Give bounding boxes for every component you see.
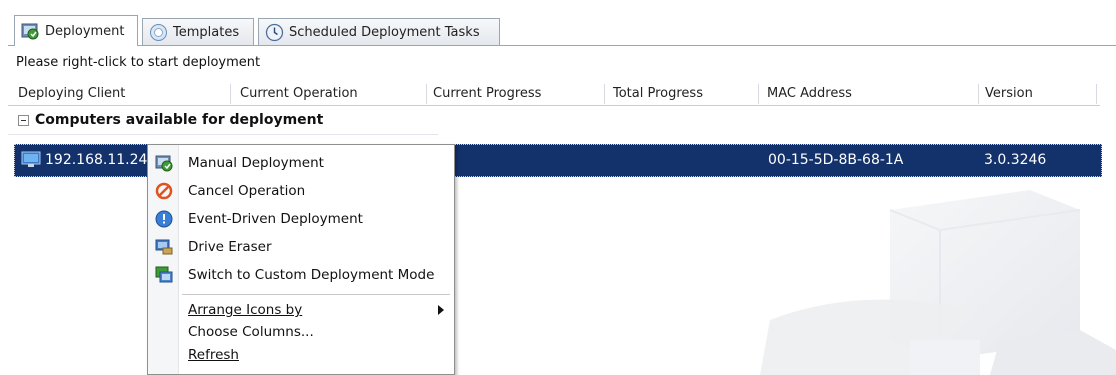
- menu-item-label: Arrange Icons by: [188, 302, 303, 318]
- group-divider: [8, 134, 438, 135]
- templates-icon: [149, 23, 168, 42]
- clock-icon: [265, 23, 284, 42]
- manual-deployment-icon: [155, 154, 173, 172]
- column-separator[interactable]: [604, 84, 605, 104]
- cancel-icon: [155, 182, 173, 200]
- menu-item-refresh[interactable]: Refresh: [148, 341, 454, 369]
- computer-icon: [21, 151, 41, 168]
- hint-text: Please right-click to start deployment: [16, 55, 261, 70]
- tab-templates[interactable]: Templates: [142, 18, 254, 46]
- menu-item-label: Manual Deployment: [188, 155, 324, 171]
- column-deploying-client[interactable]: Deploying Client: [18, 86, 125, 101]
- column-separator[interactable]: [230, 84, 231, 104]
- row-client-ip: 192.168.11.24: [45, 152, 148, 168]
- collapse-icon[interactable]: [18, 114, 29, 126]
- column-total-progress[interactable]: Total Progress: [613, 86, 703, 101]
- switch-mode-icon: [155, 266, 173, 284]
- column-separator[interactable]: [426, 84, 427, 104]
- column-separator[interactable]: [758, 84, 759, 104]
- menu-item-label: Cancel Operation: [188, 183, 306, 199]
- column-separator[interactable]: [978, 84, 979, 104]
- info-icon: [155, 210, 173, 228]
- menu-item-label: Event-Driven Deployment: [188, 211, 363, 227]
- tab-label: Deployment: [45, 23, 125, 39]
- submenu-arrow-icon: [438, 305, 444, 315]
- tab-deployment[interactable]: Deployment: [14, 15, 138, 46]
- tab-scheduled-deployment-tasks[interactable]: Scheduled Deployment Tasks: [258, 18, 500, 46]
- drive-eraser-icon: [155, 238, 173, 256]
- column-version[interactable]: Version: [985, 86, 1033, 101]
- menu-item-label: Refresh: [188, 347, 239, 363]
- column-separator[interactable]: [1096, 84, 1097, 104]
- group-header: Computers available for deployment: [18, 112, 323, 128]
- menu-item-switch-custom-mode[interactable]: Switch to Custom Deployment Mode: [148, 261, 454, 289]
- row-version: 3.0.3246: [984, 152, 1047, 168]
- menu-separator: [182, 294, 450, 295]
- column-header: Deploying Client Current Operation Curre…: [8, 82, 1100, 106]
- menu-item-event-driven-deployment[interactable]: Event-Driven Deployment: [148, 205, 454, 233]
- column-mac-address[interactable]: MAC Address: [767, 86, 852, 101]
- tab-label: Scheduled Deployment Tasks: [289, 25, 480, 40]
- group-label: Computers available for deployment: [35, 112, 324, 128]
- server-watermark-icon: [740, 190, 1116, 375]
- column-current-progress[interactable]: Current Progress: [433, 86, 541, 101]
- menu-item-label: Switch to Custom Deployment Mode: [188, 267, 435, 283]
- deployment-icon: [21, 22, 40, 41]
- menu-item-drive-eraser[interactable]: Drive Eraser: [148, 233, 454, 261]
- tab-label: Templates: [173, 25, 240, 40]
- tab-strip: Deployment Templates Scheduled Deploymen…: [0, 0, 1116, 46]
- menu-item-label: Drive Eraser: [188, 239, 272, 255]
- menu-item-manual-deployment[interactable]: Manual Deployment: [148, 149, 454, 177]
- row-mac-address: 00-15-5D-8B-68-1A: [768, 152, 904, 168]
- menu-item-label: Choose Columns...: [188, 324, 314, 340]
- context-menu: Manual Deployment Cancel Operation Event…: [147, 144, 455, 375]
- column-current-operation[interactable]: Current Operation: [240, 86, 358, 101]
- menu-item-cancel-operation[interactable]: Cancel Operation: [148, 177, 454, 205]
